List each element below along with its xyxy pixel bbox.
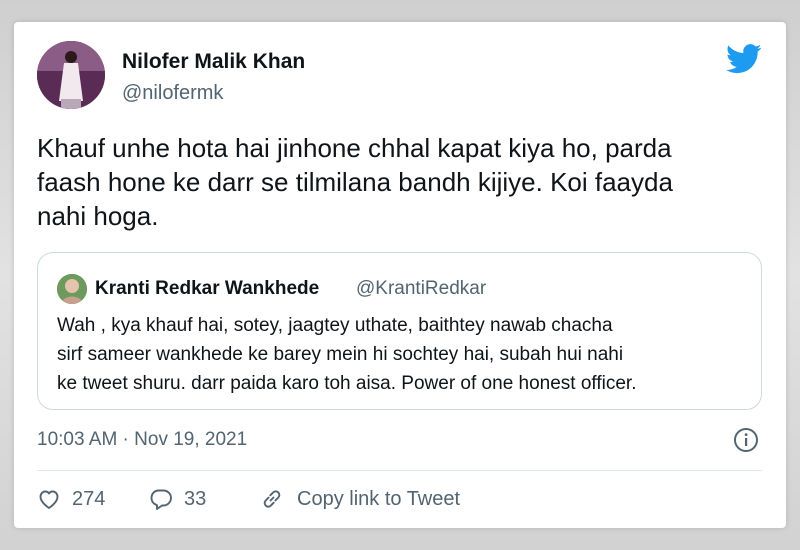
- quoted-text-line: sirf sameer wankhede ke barey mein hi so…: [57, 344, 624, 365]
- link-icon[interactable]: [260, 487, 284, 511]
- author-avatar[interactable]: [37, 41, 105, 109]
- author-name[interactable]: Nilofer Malik Khan: [122, 50, 305, 74]
- like-count[interactable]: 274: [72, 488, 105, 511]
- action-bar: 274 33 Copy link to Tweet: [14, 480, 786, 520]
- quoted-avatar-image: [57, 274, 87, 304]
- tweet-card: Nilofer Malik Khan @nilofermk Khauf unhe…: [14, 22, 786, 528]
- quoted-tweet[interactable]: Kranti Redkar Wankhede @KrantiRedkar Wah…: [37, 252, 762, 410]
- quoted-author-name[interactable]: Kranti Redkar Wankhede: [95, 278, 319, 300]
- screenshot-background: Nilofer Malik Khan @nilofermk Khauf unhe…: [0, 0, 800, 550]
- copy-link-button[interactable]: Copy link to Tweet: [297, 488, 460, 511]
- reply-count[interactable]: 33: [184, 488, 206, 511]
- avatar-image: [37, 41, 105, 109]
- divider: [37, 470, 762, 471]
- quoted-author-handle[interactable]: @KrantiRedkar: [356, 278, 486, 300]
- reply-bubble-icon[interactable]: [149, 487, 173, 511]
- author-handle[interactable]: @nilofermk: [122, 82, 223, 105]
- tweet-text-line: Khauf unhe hota hai jinhone chhal kapat …: [37, 133, 672, 163]
- quoted-text-line: ke tweet shuru. darr paida karo toh aisa…: [57, 373, 637, 394]
- quoted-tweet-body: Wah , kya khauf hai, sotey, jaagtey utha…: [57, 311, 757, 398]
- tweet-body: Khauf unhe hota hai jinhone chhal kapat …: [37, 131, 757, 233]
- tweet-text-line: faash hone ke darr se tilmilana bandh ki…: [37, 167, 673, 197]
- info-icon[interactable]: [733, 427, 759, 453]
- quoted-text-line: Wah , kya khauf hai, sotey, jaagtey utha…: [57, 315, 613, 336]
- tweet-text-line: nahi hoga.: [37, 201, 159, 231]
- heart-icon[interactable]: [37, 487, 61, 511]
- quoted-author-avatar[interactable]: [57, 274, 87, 304]
- twitter-bird-icon[interactable]: [726, 44, 762, 74]
- tweet-timestamp[interactable]: 10:03 AM · Nov 19, 2021: [37, 429, 247, 451]
